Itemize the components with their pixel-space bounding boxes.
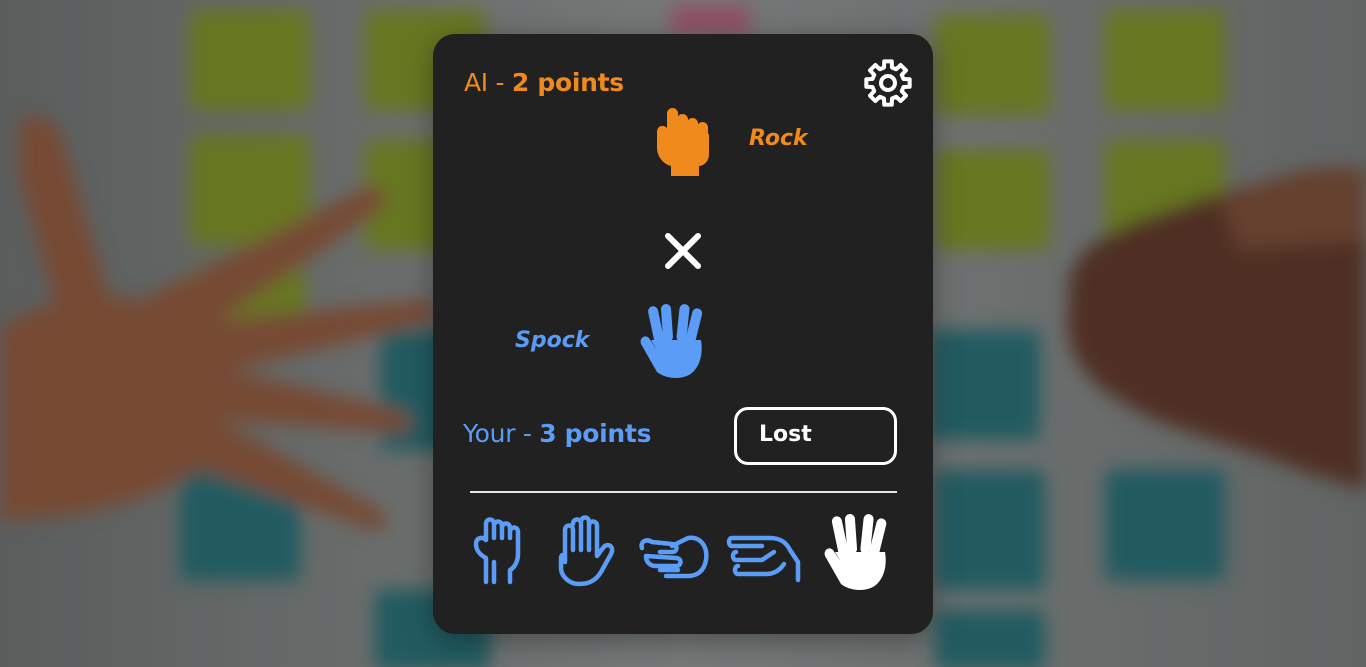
settings-button[interactable] <box>861 56 915 110</box>
choice-scissors-button[interactable] <box>636 512 714 592</box>
ai-choice-fist-icon <box>653 104 717 178</box>
ai-score: AI - 2 points <box>464 68 624 97</box>
ai-score-separator: - <box>487 68 512 97</box>
close-x-icon <box>663 231 703 271</box>
vulcan-salute-icon <box>824 514 887 590</box>
result-badge: Lost <box>734 407 897 465</box>
player-score-points: 3 points <box>539 419 652 448</box>
player-choice-vulcan-salute-icon <box>637 304 713 380</box>
ai-choice-label: Rock <box>749 126 808 151</box>
scissors-hand-icon <box>639 535 709 579</box>
game-card: AI - 2 points Rock Spock Your - 3 points… <box>433 34 933 634</box>
choice-spock-button[interactable] <box>817 512 897 592</box>
choice-rock-button[interactable] <box>470 512 536 592</box>
ai-score-label: AI <box>464 68 488 97</box>
lizard-hand-icon <box>726 535 801 583</box>
gear-outline <box>864 59 912 107</box>
open-hand-icon <box>558 515 615 587</box>
player-choice-label: Spock <box>515 328 590 353</box>
fist-icon <box>473 517 521 585</box>
ai-score-points: 2 points <box>511 68 624 97</box>
result-text: Lost <box>759 422 812 447</box>
divider <box>470 491 897 493</box>
player-score-separator: - <box>515 419 540 448</box>
gear-icon <box>864 59 912 107</box>
choice-paper-button[interactable] <box>547 512 619 592</box>
player-score: Your - 3 points <box>463 419 651 448</box>
player-score-label: Your <box>463 419 516 448</box>
choice-bar <box>470 512 897 592</box>
choice-lizard-button[interactable] <box>724 512 804 592</box>
